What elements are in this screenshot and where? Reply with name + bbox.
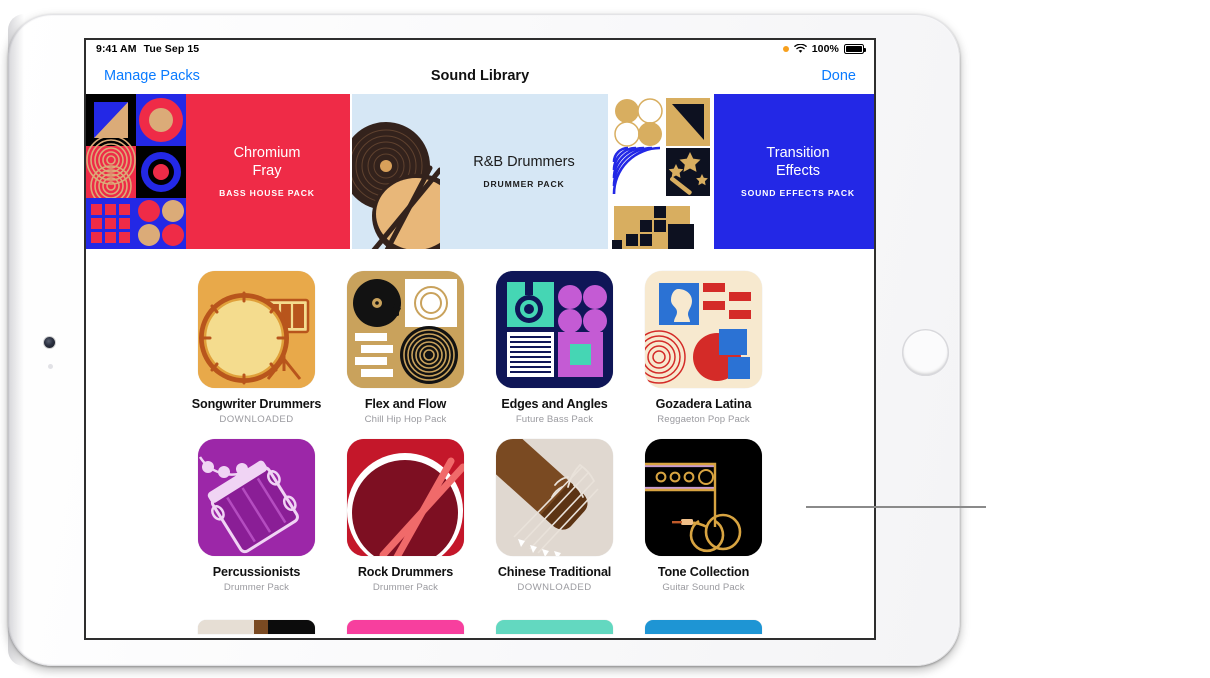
wifi-icon [793,44,807,53]
pack-name: Rock Drummers [357,565,454,579]
status-date: Tue Sep 15 [143,43,200,55]
ambient-sensor-icon [48,364,53,369]
pack-thumbnail-partial-3 [496,620,613,634]
pack-tile-partial-4[interactable] [629,620,778,634]
pack-tile-rock-drummers[interactable]: Rock Drummers Drummer Pack [331,439,480,593]
banner-art-transition-effects [610,94,714,249]
screenshot-stage: 9:41 AM Tue Sep 15 100% Manage Packs Sou… [0,0,1210,678]
pack-status: Drummer Pack [223,582,290,593]
sound-pack-grid-area: Songwriter Drummers DOWNLOADED Flex and … [86,249,874,638]
pack-name: Songwriter Drummers [191,397,322,411]
navigation-bar: Manage Packs Sound Library Done [86,58,874,94]
pack-tile-chinese-traditional[interactable]: Chinese Traditional DOWNLOADED [480,439,629,593]
banner-title-line1: Chromium [233,145,301,162]
banner-text-chromium-fray: Chromium Fray BASS HOUSE PACK [186,94,350,249]
banner-subtitle: BASS HOUSE PACK [219,187,315,198]
pack-name: Edges and Angles [501,397,608,411]
banner-art-rnb-drummers [352,94,440,249]
pack-status: DOWNLOADED [219,414,294,425]
banner-rnb-drummers[interactable]: R&B Drummers DRUMMER PACK [352,94,608,249]
pack-status: DOWNLOADED [517,582,592,593]
pack-thumbnail-tone-collection [645,439,762,556]
annotation-callout-line [806,506,986,508]
pack-name: Chinese Traditional [497,565,612,579]
pack-thumbnail-edges-and-angles [496,271,613,388]
pack-tile-partial-1[interactable] [182,620,331,634]
pack-tile-songwriter-drummers[interactable]: Songwriter Drummers DOWNLOADED [182,271,331,425]
page-title: Sound Library [430,68,530,84]
home-button[interactable] [902,329,949,376]
banner-title-line2: Effects [775,163,821,179]
pack-tile-tone-collection[interactable]: Tone Collection Guitar Sound Pack [629,439,778,593]
pack-status: Drummer Pack [372,582,439,593]
pack-tile-partial-3[interactable] [480,620,629,634]
banner-transition-effects[interactable]: Transition Effects SOUND EFFECTS PACK [610,94,874,249]
pack-thumbnail-partial-4 [645,620,762,634]
pack-tile-gozadera-latina[interactable]: Gozadera Latina Reggaeton Pop Pack [629,271,778,425]
front-camera-icon [44,337,55,348]
pack-status: Reggaeton Pop Pack [657,414,750,425]
pack-thumbnail-songwriter-drummers [198,271,315,388]
ipad-screen: 9:41 AM Tue Sep 15 100% Manage Packs Sou… [84,38,876,640]
banner-subtitle: DRUMMER PACK [483,178,565,189]
done-button[interactable]: Done [821,68,856,84]
pack-name: Flex and Flow [364,397,447,411]
pack-thumbnail-percussionists [198,439,315,556]
pack-tile-edges-and-angles[interactable]: Edges and Angles Future Bass Pack [480,271,629,425]
pack-tile-partial-2[interactable] [331,620,480,634]
pack-status: Guitar Sound Pack [662,582,745,593]
banner-title-line1: Transition [766,145,830,162]
bezel-shadow [8,14,24,666]
banner-title-line2: Fray [252,163,282,179]
record-dot-icon [782,46,789,52]
battery-percent-label: 100% [811,43,839,55]
sound-pack-grid: Songwriter Drummers DOWNLOADED Flex and … [86,271,874,634]
battery-icon [844,44,866,54]
pack-thumbnail-chinese-traditional [496,439,613,556]
pack-thumbnail-flex-and-flow [347,271,464,388]
banner-text-transition-effects: Transition Effects SOUND EFFECTS PACK [714,94,874,249]
banner-chromium-fray[interactable]: Chromium Fray BASS HOUSE PACK [86,94,350,249]
manage-packs-button[interactable]: Manage Packs [104,68,200,84]
pack-thumbnail-gozadera-latina [645,271,762,388]
banner-text-rnb-drummers: R&B Drummers DRUMMER PACK [440,94,608,249]
banner-title-line1: R&B Drummers [473,154,575,171]
pack-tile-flex-and-flow[interactable]: Flex and Flow Chill Hip Hop Pack [331,271,480,425]
pack-name: Tone Collection [657,565,750,579]
pack-thumbnail-rock-drummers [347,439,464,556]
featured-banner-carousel[interactable]: Chromium Fray BASS HOUSE PACK R&B Drumme… [86,94,874,249]
pack-name: Gozadera Latina [655,397,752,411]
status-time: 9:41 AM [96,43,137,55]
pack-thumbnail-partial-1 [198,620,315,634]
pack-name: Percussionists [212,565,301,579]
banner-art-chromium-fray [86,94,186,249]
pack-tile-percussionists[interactable]: Percussionists Drummer Pack [182,439,331,593]
banner-subtitle: SOUND EFFECTS PACK [741,187,855,198]
pack-status: Future Bass Pack [515,414,594,425]
pack-status: Chill Hip Hop Pack [364,414,447,425]
status-bar: 9:41 AM Tue Sep 15 100% [86,40,874,58]
pack-thumbnail-partial-2 [347,620,464,634]
